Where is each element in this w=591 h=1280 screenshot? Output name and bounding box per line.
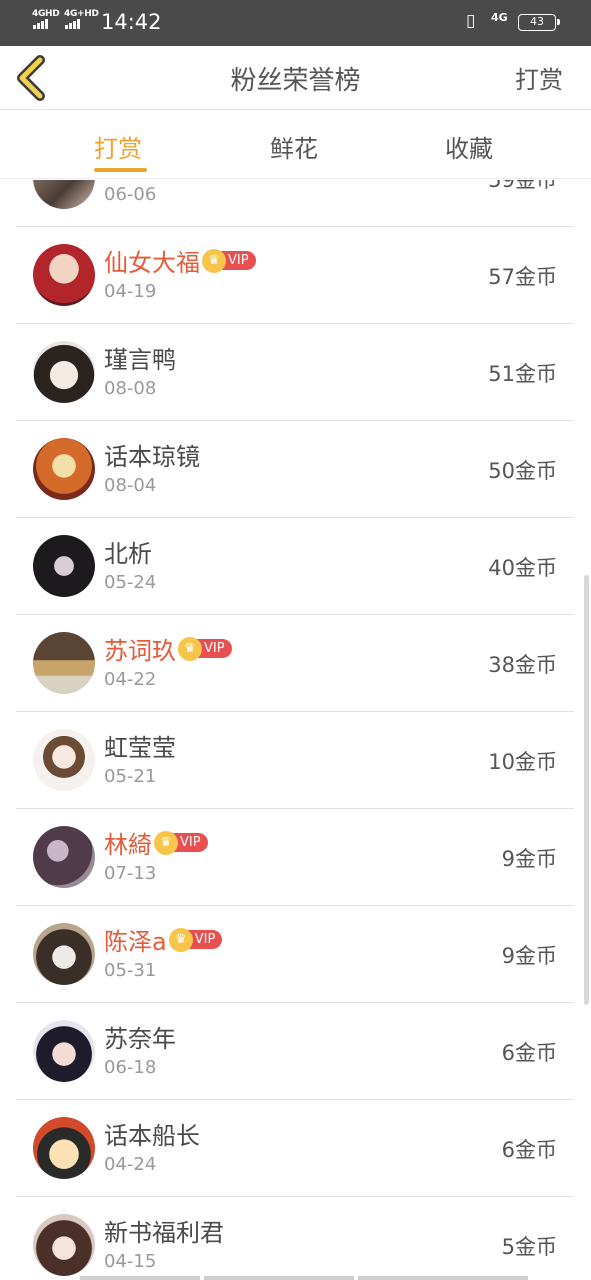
fan-coins: 5金币 — [501, 1235, 557, 1259]
fan-ranking-list[interactable]: 06-06 59金币 仙女大福 ♛ VIP 04-19 57金币 瑾言鸭 08-0… — [0, 180, 591, 1280]
avatar — [33, 729, 95, 791]
fan-name: 林綺 — [104, 831, 152, 859]
fan-coins: 57金币 — [488, 265, 557, 289]
fan-name: 话本琼镜 — [104, 443, 200, 471]
avatar — [33, 1020, 95, 1082]
list-item[interactable]: 新书福利君 04-15 5金币 — [16, 1197, 574, 1280]
scrollbar[interactable] — [584, 575, 589, 1005]
list-item[interactable]: 林綺 ♛ VIP 07-13 9金币 — [16, 809, 574, 906]
fan-name: 瑾言鸭 — [104, 346, 176, 374]
tab-reward[interactable]: 打赏 — [94, 129, 142, 164]
avatar — [33, 632, 95, 694]
fan-date: 05-21 — [104, 766, 157, 787]
fan-coins: 38金币 — [488, 653, 557, 677]
avatar — [33, 826, 95, 888]
crown-icon: ♛ — [202, 248, 226, 273]
fan-date: 04-15 — [104, 1251, 157, 1272]
fan-date: 06-18 — [104, 1057, 157, 1078]
fan-date: 06-06 — [104, 184, 157, 205]
fan-name: 虹莹莹 — [104, 734, 176, 762]
reward-button[interactable]: 打赏 — [515, 60, 563, 95]
clock: 14:42 — [101, 10, 162, 34]
fan-date: 05-31 — [104, 960, 157, 981]
network-4g-label: 4G — [491, 11, 508, 24]
crown-icon: ♛ — [168, 927, 193, 952]
signal-icon-2: 4G+HD — [64, 9, 99, 29]
fan-date: 04-22 — [104, 669, 157, 690]
crown-icon: ♛ — [178, 636, 202, 661]
fan-name: 话本船长 — [104, 1122, 200, 1150]
gesture-bar — [358, 1276, 528, 1280]
list-item[interactable]: 陈泽a ♛ VIP 05-31 9金币 — [16, 906, 574, 1003]
network-label-1: 4GHD — [32, 9, 60, 19]
fan-coins: 59金币 — [488, 180, 557, 192]
list-item[interactable]: 仙女大福 ♛ VIP 04-19 57金币 — [16, 227, 574, 324]
gesture-bar — [204, 1276, 354, 1280]
crown-icon: ♛ — [154, 830, 178, 855]
fan-coins: 6金币 — [501, 1138, 557, 1162]
list-item[interactable]: 话本琼镜 08-04 50金币 — [16, 421, 574, 518]
vip-badge: ♛ VIP — [202, 248, 256, 273]
battery-icon: 43 — [518, 14, 560, 31]
fan-name: 陈泽a — [104, 928, 167, 956]
tab-flowers[interactable]: 鲜花 — [270, 129, 318, 164]
fan-date: 04-19 — [104, 281, 157, 302]
avatar — [33, 923, 95, 985]
avatar — [33, 438, 95, 500]
avatar — [33, 341, 95, 403]
fan-date: 05-24 — [104, 572, 157, 593]
fan-name: 仙女大福 — [104, 249, 200, 277]
list-item[interactable]: 06-06 59金币 — [16, 180, 574, 227]
vibrate-icon: ▯ — [466, 11, 476, 31]
fan-date: 07-13 — [104, 863, 157, 884]
fan-date: 08-04 — [104, 475, 157, 496]
page-title: 粉丝荣誉榜 — [230, 66, 361, 96]
avatar — [33, 1117, 95, 1179]
vip-badge: ♛ VIP — [178, 636, 232, 661]
fan-date: 04-24 — [104, 1154, 157, 1175]
status-bar: 4GHD 4G+HD 14:42 ▯ 4G 43 — [0, 0, 591, 46]
list-item[interactable]: 瑾言鸭 08-08 51金币 — [16, 324, 574, 421]
avatar — [33, 535, 95, 597]
list-item[interactable]: 话本船长 04-24 6金币 — [16, 1100, 574, 1197]
avatar — [33, 180, 95, 209]
fan-coins: 9金币 — [501, 847, 557, 871]
avatar — [33, 244, 95, 306]
list-item[interactable]: 虹莹莹 05-21 10金币 — [16, 712, 574, 809]
fan-name: 苏奈年 — [104, 1025, 176, 1053]
vip-badge: ♛ VIP — [168, 927, 223, 952]
gesture-bar — [80, 1276, 200, 1280]
tab-favorites[interactable]: 收藏 — [445, 129, 493, 164]
fan-coins: 9金币 — [501, 944, 557, 968]
vip-badge: ♛ VIP — [154, 830, 208, 855]
fan-name: 新书福利君 — [104, 1219, 224, 1247]
navigation-bar: 粉丝荣誉榜 打赏 — [0, 46, 591, 110]
network-label-2: 4G+HD — [64, 9, 99, 19]
fan-name: 苏词玖 — [104, 637, 176, 665]
list-item[interactable]: 苏词玖 ♛ VIP 04-22 38金币 — [16, 615, 574, 712]
fan-coins: 50金币 — [488, 459, 557, 483]
active-tab-indicator — [94, 168, 147, 172]
fan-coins: 40金币 — [488, 556, 557, 580]
fan-date: 08-08 — [104, 378, 157, 399]
fan-coins: 6金币 — [501, 1041, 557, 1065]
list-item[interactable]: 苏奈年 06-18 6金币 — [16, 1003, 574, 1100]
signal-icon: 4GHD — [32, 9, 60, 29]
fan-coins: 10金币 — [488, 750, 557, 774]
list-item[interactable]: 北析 05-24 40金币 — [16, 518, 574, 615]
fan-name: 北析 — [104, 540, 152, 568]
avatar — [33, 1214, 95, 1276]
tab-bar: 打赏 鲜花 收藏 — [0, 111, 591, 179]
fan-coins: 51金币 — [488, 362, 557, 386]
